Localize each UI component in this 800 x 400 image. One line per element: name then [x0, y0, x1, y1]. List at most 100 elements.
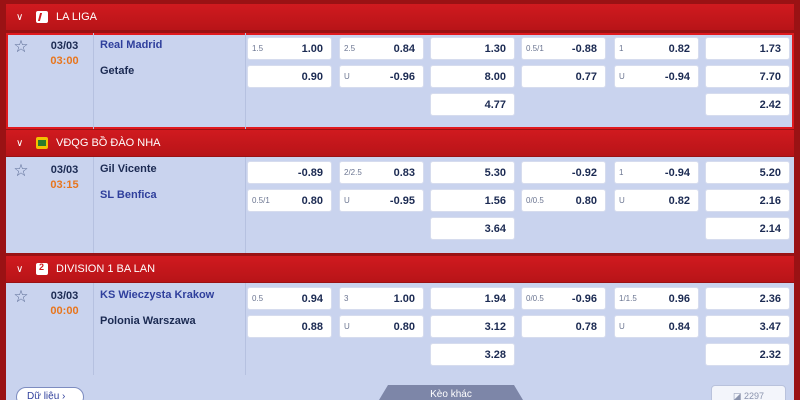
- handicap-label: 1: [619, 44, 624, 53]
- bet-count-button[interactable]: ◪ 2297: [711, 385, 786, 400]
- more-odds-button[interactable]: Kèo khác: [376, 385, 526, 400]
- home-team[interactable]: Gil Vicente: [100, 163, 157, 175]
- handicap-label: 0.5: [252, 294, 264, 303]
- odds-cell[interactable]: 0.77: [521, 65, 606, 88]
- league-logo-icon: [36, 11, 48, 23]
- odds-value: 5.20: [759, 167, 781, 179]
- match-row: ☆ 03/03 03:15 Gil Vicente SL Benfica -0.…: [6, 157, 794, 253]
- star-icon[interactable]: ☆: [13, 161, 28, 253]
- odds-cell[interactable]: 0.90: [247, 65, 332, 88]
- odds-cell[interactable]: 0.5/1 0.80: [247, 189, 332, 212]
- odds-cell[interactable]: 1.56: [430, 189, 515, 212]
- odds-cell[interactable]: U -0.96: [339, 65, 424, 88]
- odds-cell[interactable]: 0/0.5 0.80: [521, 189, 606, 212]
- handicap-label: 0.5/1: [252, 196, 270, 205]
- odds-cell[interactable]: 0.5/1 -0.88: [521, 37, 606, 60]
- star-icon[interactable]: ☆: [13, 37, 28, 129]
- handicap-label: U: [619, 72, 625, 81]
- match-date: 03/03: [50, 40, 79, 52]
- odds-cell[interactable]: U 0.82: [614, 189, 699, 212]
- odds-value: 4.77: [484, 99, 506, 111]
- match-time: 03:00: [50, 55, 79, 67]
- odds-cell[interactable]: U 0.84: [614, 315, 699, 338]
- star-icon[interactable]: ☆: [13, 287, 28, 375]
- odds-cell[interactable]: 2.42: [705, 93, 790, 116]
- more-odds-label: Kèo khác: [430, 389, 472, 400]
- odds-cell[interactable]: 1.5 1.00: [247, 37, 332, 60]
- odds-value: -0.95: [389, 195, 415, 207]
- odds-value: 0.80: [301, 195, 323, 207]
- odds-value: 2.14: [759, 223, 781, 235]
- odds-cell[interactable]: 1.30: [430, 37, 515, 60]
- handicap-label: 2/2.5: [344, 168, 362, 177]
- odds-value: 3.64: [484, 223, 506, 235]
- handicap-label: 0/0.5: [526, 294, 544, 303]
- odds-value: 0.84: [668, 321, 690, 333]
- odds-cell[interactable]: 0/0.5 -0.96: [521, 287, 606, 310]
- odds-cell[interactable]: 4.77: [430, 93, 515, 116]
- odds-value: 3.12: [484, 321, 506, 333]
- away-team[interactable]: SL Benfica: [100, 189, 157, 201]
- chevron-down-icon[interactable]: ∨: [16, 12, 30, 23]
- odds-cell[interactable]: 3 1.00: [339, 287, 424, 310]
- odds-cell[interactable]: 1/1.5 0.96: [614, 287, 699, 310]
- odds-cell[interactable]: 8.00: [430, 65, 515, 88]
- odds-cell[interactable]: 2.16: [705, 189, 790, 212]
- away-team[interactable]: Polonia Warszawa: [100, 315, 196, 327]
- odds-cell[interactable]: 5.30: [430, 161, 515, 184]
- odds-cell[interactable]: 2.32: [705, 343, 790, 366]
- footer-bar: Dữ liệu › Kèo khác ◪ 2297: [6, 375, 794, 400]
- handicap-label: U: [344, 72, 350, 81]
- odds-cell[interactable]: 1 0.82: [614, 37, 699, 60]
- league-header-la-liga[interactable]: ∨ LA LIGA: [6, 4, 794, 30]
- odds-cell[interactable]: 0.78: [521, 315, 606, 338]
- league-name: VĐQG BỒ ĐÀO NHA: [56, 137, 161, 149]
- league-header-portugal[interactable]: ∨ VĐQG BỒ ĐÀO NHA: [6, 130, 794, 156]
- league-header-poland[interactable]: ∨ DIVISION 1 BA LAN: [6, 256, 794, 282]
- odds-cell[interactable]: -0.89: [247, 161, 332, 184]
- handicap-label: 1.5: [252, 44, 264, 53]
- away-team[interactable]: Getafe: [100, 65, 134, 77]
- match-time: 00:00: [50, 305, 79, 317]
- match-date: 03/03: [50, 164, 79, 176]
- odds-value: 0.94: [301, 293, 323, 305]
- odds-cell[interactable]: 2.36: [705, 287, 790, 310]
- home-team[interactable]: KS Wieczysta Krakow: [100, 289, 214, 301]
- odds-cell[interactable]: 7.70: [705, 65, 790, 88]
- home-team[interactable]: Real Madrid: [100, 39, 162, 51]
- odds-cell[interactable]: -0.92: [521, 161, 606, 184]
- league-logo-icon: [36, 262, 48, 275]
- odds-cell[interactable]: 5.20: [705, 161, 790, 184]
- match-time: 03:15: [50, 179, 79, 191]
- odds-cell[interactable]: 2.5 0.84: [339, 37, 424, 60]
- odds-cell[interactable]: 1.73: [705, 37, 790, 60]
- odds-value: 1.00: [301, 43, 323, 55]
- odds-value: 0.82: [668, 43, 690, 55]
- odds-cell[interactable]: 2.14: [705, 217, 790, 240]
- odds-cell[interactable]: 1 -0.94: [614, 161, 699, 184]
- odds-cell[interactable]: 3.28: [430, 343, 515, 366]
- data-button-label: Dữ liệu: [27, 391, 60, 400]
- chevron-down-icon[interactable]: ∨: [16, 138, 30, 149]
- odds-cell[interactable]: 1.94: [430, 287, 515, 310]
- odds-cell[interactable]: 0.88: [247, 315, 332, 338]
- data-button[interactable]: Dữ liệu ›: [16, 387, 84, 400]
- odds-cell[interactable]: 3.12: [430, 315, 515, 338]
- odds-value: 0.82: [668, 195, 690, 207]
- odds-cell[interactable]: U 0.80: [339, 315, 424, 338]
- odds-value: -0.96: [571, 293, 597, 305]
- chevron-down-icon[interactable]: ∨: [16, 264, 30, 275]
- odds-value: 0.77: [575, 71, 597, 83]
- odds-cell[interactable]: 3.47: [705, 315, 790, 338]
- odds-cell[interactable]: U -0.94: [614, 65, 699, 88]
- odds-cell[interactable]: 0.5 0.94: [247, 287, 332, 310]
- odds-cell[interactable]: U -0.95: [339, 189, 424, 212]
- league-name: LA LIGA: [56, 11, 97, 23]
- odds-cell[interactable]: 2/2.5 0.83: [339, 161, 424, 184]
- odds-value: 1.00: [393, 293, 415, 305]
- handicap-label: U: [344, 196, 350, 205]
- odds-cell[interactable]: 3.64: [430, 217, 515, 240]
- bet-count: 2297: [743, 391, 765, 400]
- odds-value: 3.28: [484, 349, 506, 361]
- odds-value: -0.89: [297, 167, 323, 179]
